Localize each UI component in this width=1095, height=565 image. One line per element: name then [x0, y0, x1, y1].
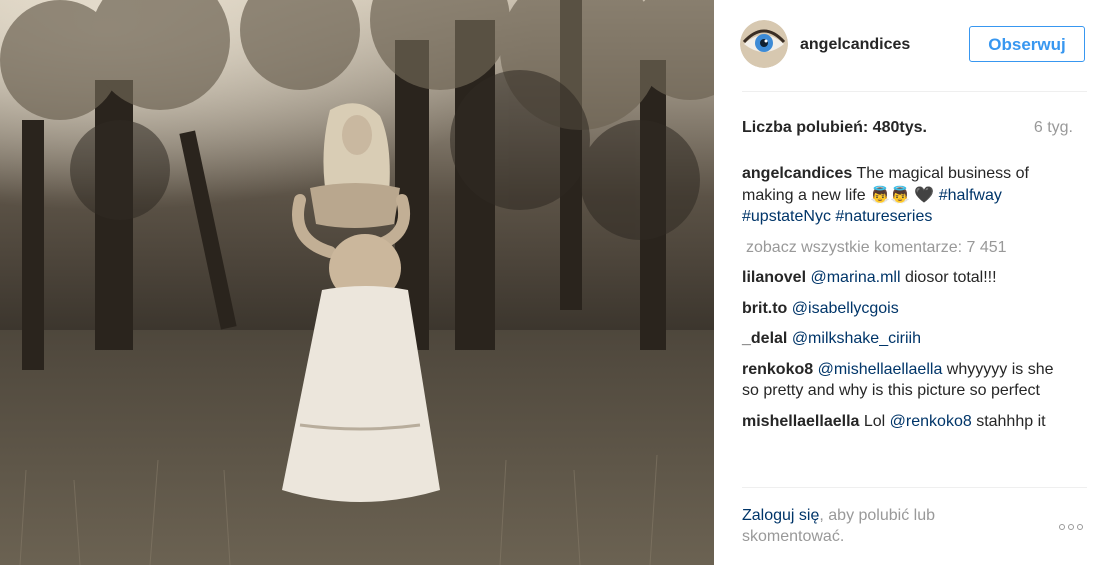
caption: angelcandices The magical business of ma… [742, 163, 1064, 228]
post-header: angelcandices Obserwuj [740, 20, 1087, 70]
comment-username[interactable]: renkoko8 [742, 361, 813, 378]
comment-mention[interactable]: @milkshake_ciriih [792, 330, 921, 347]
view-all-comments-link[interactable]: zobacz wszystkie komentarze: 7 451 [746, 237, 1064, 259]
comment-text-pre: Lol [863, 412, 886, 430]
post-photo[interactable] [0, 0, 714, 565]
login-prompt: Zaloguj się, aby polubić lub skomentować… [742, 505, 982, 547]
hashtag[interactable]: #halfway [939, 187, 1002, 204]
photo-image [0, 0, 714, 565]
comment-mention[interactable]: @renkoko8 [890, 413, 972, 430]
comment-item: renkoko8 @mishellaellaella whyyyyy is sh… [742, 359, 1064, 402]
avatar[interactable] [740, 20, 788, 68]
header-username[interactable]: angelcandices [800, 36, 910, 54]
comment-username[interactable]: brit.to [742, 300, 787, 317]
comments-list: angelcandices The magical business of ma… [742, 163, 1064, 441]
comment-item: lilanovel @marina.mll diosor total!!! [742, 267, 1064, 289]
comment-mention[interactable]: @isabellycgois [792, 300, 899, 317]
dot [1059, 524, 1065, 530]
divider [742, 91, 1087, 92]
comment-username[interactable]: _delal [742, 330, 787, 347]
login-link[interactable]: Zaloguj się [742, 507, 819, 524]
comment-username[interactable]: lilanovel [742, 269, 806, 286]
likes-count[interactable]: Liczba polubień: 480tys. [742, 119, 927, 137]
divider [742, 487, 1087, 488]
comment-item: _delal @milkshake_ciriih [742, 328, 1064, 350]
avatar-eye-icon [740, 20, 788, 68]
comment-item: brit.to @isabellycgois [742, 298, 1064, 320]
comment-username[interactable]: mishellaellaella [742, 413, 859, 430]
caption-username[interactable]: angelcandices [742, 165, 852, 182]
comment-mention[interactable]: @mishellaellaella [818, 361, 943, 378]
more-options-icon[interactable] [1059, 520, 1089, 534]
comment-item: mishellaellaella Lol @renkoko8 stahhhp i… [742, 411, 1064, 433]
comment-mention[interactable]: @marina.mll [810, 269, 900, 286]
hashtag[interactable]: #upstateNyc [742, 208, 831, 225]
dot [1068, 524, 1074, 530]
follow-button[interactable]: Obserwuj [969, 26, 1085, 62]
comment-text: diosor total!!! [904, 269, 997, 286]
dot [1077, 524, 1083, 530]
hashtag[interactable]: #natureseries [835, 208, 932, 225]
post-sidebar: angelcandices Obserwuj Liczba polubień: … [714, 0, 1095, 565]
comment-text: stahhhp it [976, 412, 1046, 430]
post-age[interactable]: 6 tyg. [1034, 119, 1073, 137]
